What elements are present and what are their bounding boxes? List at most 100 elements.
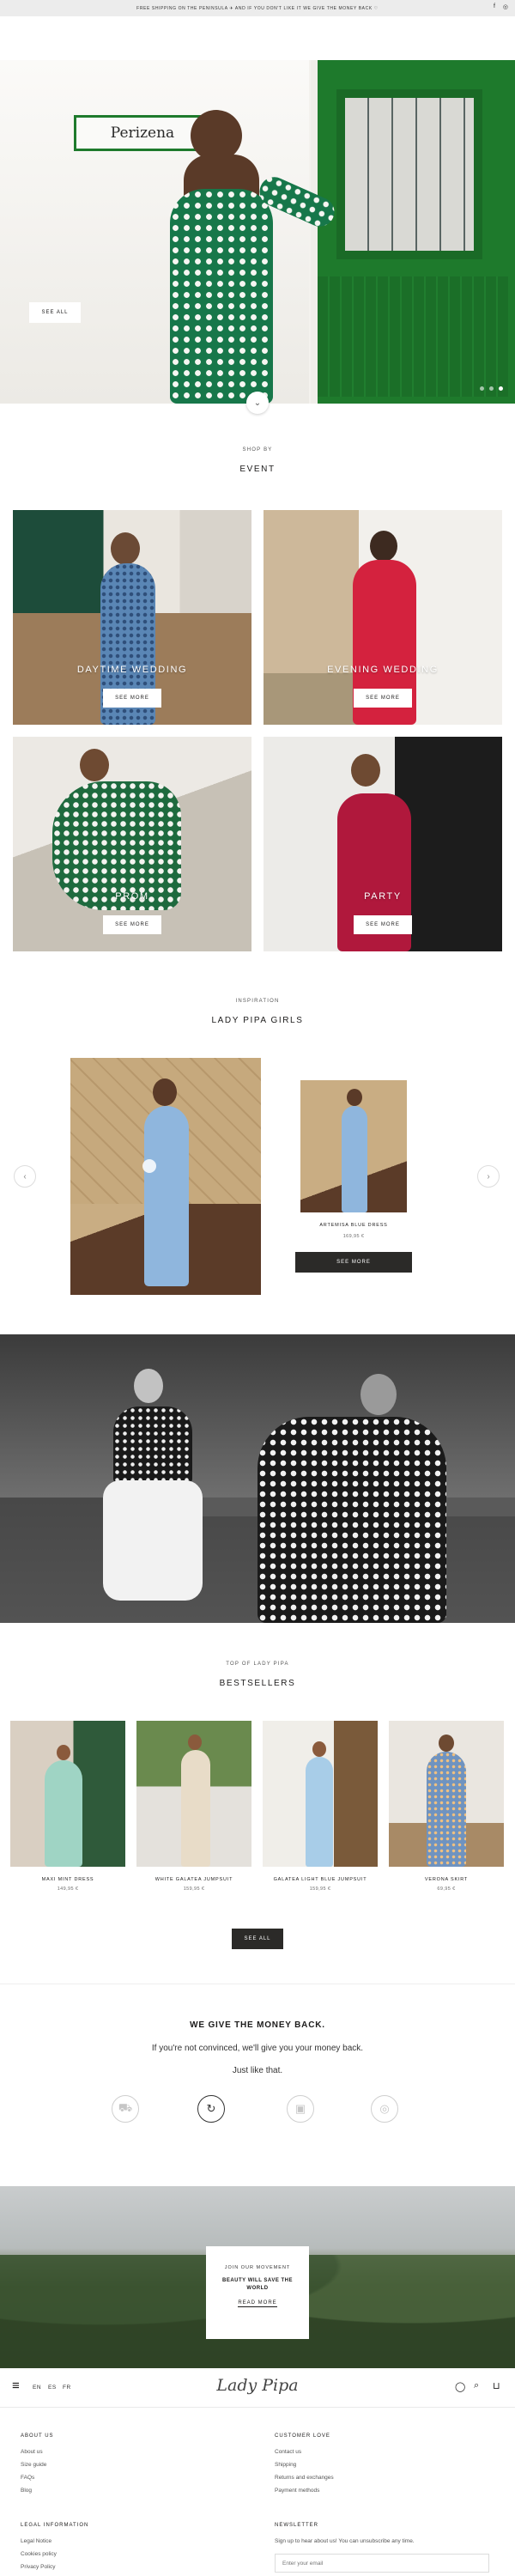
footer-newsletter-text: Sign up to hear about us! You can unsubs… <box>275 2538 415 2544</box>
footer-link-returns[interactable]: Returns and exchanges <box>275 2475 334 2481</box>
model-jumpsuit <box>144 1106 189 1286</box>
footer-link-about-us[interactable]: About us <box>21 2449 43 2455</box>
inspiration-eyebrow: INSPIRATION <box>235 999 280 1004</box>
product-name[interactable]: VERONA SKIRT <box>389 1877 504 1882</box>
model-head <box>57 1745 70 1760</box>
announcement-bar: FREE SHIPPING ON THE PENINSULA ✈ AND IF … <box>0 0 515 16</box>
product-card[interactable]: GALATEA LIGHT BLUE JUMPSUIT 159,95 € <box>263 1721 378 1892</box>
event-tile-daytime-wedding[interactable]: DAYTIME WEDDING SEE MORE <box>13 510 251 725</box>
model-dress <box>45 1760 82 1867</box>
footer-link-size-guide[interactable]: Size guide <box>21 2462 46 2468</box>
newsletter-email-input[interactable] <box>275 2554 489 2573</box>
product-image[interactable] <box>389 1721 504 1867</box>
model-skirt <box>427 1752 466 1867</box>
announcement-text: FREE SHIPPING ON THE PENINSULA ✈ AND IF … <box>136 5 379 11</box>
account-icon[interactable]: ◯ <box>455 2381 465 2392</box>
bestsellers-see-all-button[interactable]: SEE ALL <box>232 1929 283 1949</box>
footer-customer-title: CUSTOMER LOVE <box>275 2433 330 2439</box>
footer-link-legal-notice[interactable]: Legal Notice <box>21 2538 52 2544</box>
newsletter-eyebrow: JOIN OUR MOVEMENT <box>224 2265 291 2270</box>
product-image[interactable] <box>263 1721 378 1867</box>
slide-dot-active[interactable] <box>499 386 503 391</box>
model-head <box>360 1374 397 1415</box>
read-more-link[interactable]: READ MORE <box>238 2300 277 2308</box>
model-head <box>439 1735 454 1752</box>
model-head <box>153 1078 177 1106</box>
event-eyebrow: SHOP BY <box>242 447 273 453</box>
event-tile-evening-wedding[interactable]: EVENING WEDDING SEE MORE <box>264 510 502 725</box>
refresh-icon: ↻ <box>197 2095 225 2123</box>
inspiration-lookbook-image[interactable] <box>70 1058 261 1295</box>
tile-steps <box>264 673 358 725</box>
inspiration-product-name[interactable]: ARTEMISA BLUE DRESS <box>292 1223 415 1228</box>
footer-link-cookies[interactable]: Cookies policy <box>21 2551 57 2557</box>
hotspot-icon[interactable] <box>142 1159 156 1173</box>
footer-legal-title: LEGAL INFORMATION <box>21 2523 89 2528</box>
product-name[interactable]: WHITE GALATEA JUMPSUIT <box>136 1877 251 1882</box>
model-jumpsuit <box>306 1757 333 1867</box>
slide-dot[interactable] <box>489 386 494 391</box>
inspiration-see-more-button[interactable]: SEE MORE <box>295 1252 412 1273</box>
facebook-icon[interactable]: f <box>494 3 495 10</box>
newsletter-card: JOIN OUR MOVEMENT BEAUTY WILL SAVE THE W… <box>206 2246 309 2339</box>
footer-link-payment[interactable]: Payment methods <box>275 2488 319 2494</box>
footer-link-blog[interactable]: Blog <box>21 2488 32 2494</box>
hero-slide-dots <box>480 386 503 391</box>
carousel-next-arrow[interactable]: › <box>477 1165 500 1188</box>
product-name[interactable]: MAXI MINT DRESS <box>10 1877 125 1882</box>
hero-banner[interactable]: Perizena SEE ALL <box>0 60 515 404</box>
lifestyle-banner-image <box>0 1334 515 1623</box>
chevron-down-icon[interactable]: ⌄ <box>246 392 269 414</box>
model-head <box>370 531 397 562</box>
hero-window <box>336 89 482 259</box>
slide-dot[interactable] <box>480 386 484 391</box>
model-dress <box>258 1417 446 1623</box>
model-head <box>111 532 140 565</box>
model-top <box>113 1406 192 1484</box>
search-icon[interactable]: ⌕ <box>474 2380 479 2391</box>
see-more-button[interactable]: SEE MORE <box>354 689 412 708</box>
footer-link-privacy[interactable]: Privacy Policy <box>21 2564 55 2570</box>
hero-polka-dot-dress <box>170 189 273 404</box>
product-price: 149,95 € <box>57 1886 79 1892</box>
inspiration-product-image[interactable] <box>300 1080 407 1212</box>
footer-link-contact[interactable]: Contact us <box>275 2449 301 2455</box>
footer-newsletter-title: NEWSLETTER <box>275 2523 319 2528</box>
tile-label: PARTY <box>364 891 402 902</box>
see-more-button[interactable]: SEE MORE <box>354 915 412 934</box>
model-head <box>188 1735 202 1750</box>
model-head <box>80 749 109 781</box>
site-logo[interactable]: Lady Pipa <box>0 2376 515 2395</box>
carousel-prev-arrow[interactable]: ‹ <box>14 1165 36 1188</box>
see-more-button[interactable]: SEE MORE <box>103 689 161 708</box>
instagram-icon[interactable]: ◎ <box>503 3 508 10</box>
social-links: f ◎ <box>494 3 508 10</box>
footer-link-faqs[interactable]: FAQs <box>21 2475 34 2481</box>
event-tile-party[interactable]: PARTY SEE MORE <box>264 737 502 951</box>
event-tile-prom[interactable]: PROM SEE MORE <box>13 737 251 951</box>
product-card[interactable]: VERONA SKIRT 69,95 € <box>389 1721 504 1892</box>
model-jumpsuit <box>181 1750 210 1867</box>
inspiration-product-price: 169,95 € <box>342 1234 365 1239</box>
product-image[interactable] <box>10 1721 125 1867</box>
bestsellers-title: BESTSELLERS <box>219 1679 296 1688</box>
see-more-button[interactable]: SEE MORE <box>103 915 161 934</box>
footer-link-shipping[interactable]: Shipping <box>275 2462 296 2468</box>
product-name[interactable]: GALATEA LIGHT BLUE JUMPSUIT <box>263 1877 378 1882</box>
newsletter-banner: JOIN OUR MOVEMENT BEAUTY WILL SAVE THE W… <box>0 2186 515 2368</box>
hero-see-all-button[interactable]: SEE ALL <box>29 302 81 323</box>
inspiration-title: LADY PIPA GIRLS <box>211 1016 304 1025</box>
model-head <box>351 754 380 787</box>
support-icon: ◎ <box>371 2095 398 2123</box>
cart-icon[interactable]: ⊔ <box>493 2380 500 2391</box>
product-card[interactable]: WHITE GALATEA JUMPSUIT 159,95 € <box>136 1721 251 1892</box>
product-image[interactable] <box>136 1721 251 1867</box>
product-card[interactable]: MAXI MINT DRESS 149,95 € <box>10 1721 125 1892</box>
event-title: EVENT <box>239 465 276 474</box>
product-price: 159,95 € <box>183 1886 205 1892</box>
hero-door-panels <box>318 276 508 397</box>
footer-about-title: ABOUT US <box>21 2433 54 2439</box>
hero-model-head <box>191 110 242 161</box>
tile-label: EVENING WEDDING <box>327 665 439 675</box>
model-head <box>347 1089 362 1106</box>
